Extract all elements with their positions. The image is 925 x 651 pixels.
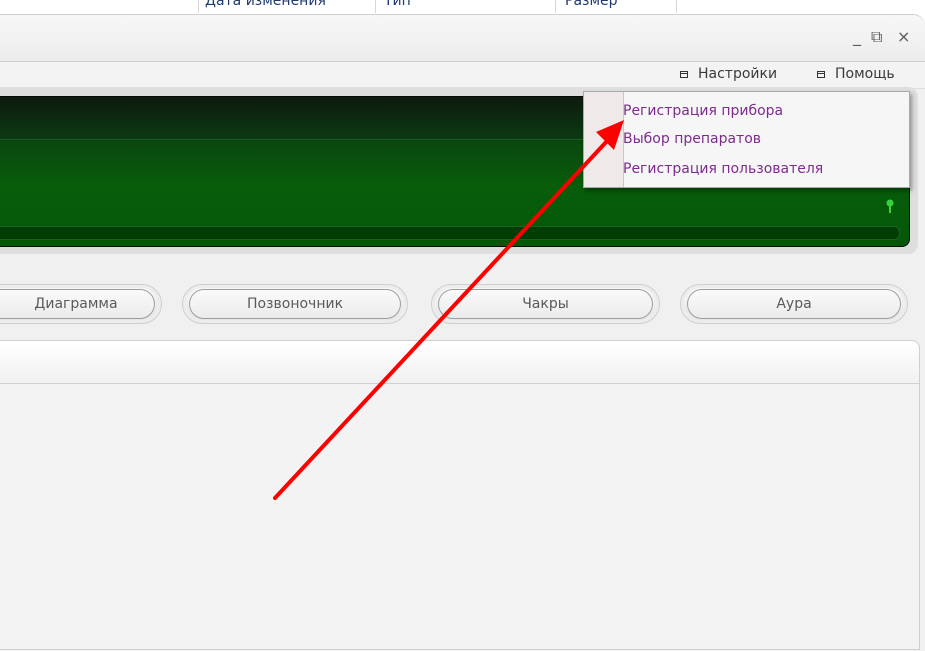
menu-settings-icon [680, 70, 688, 78]
title-bar: _ ⧉ × [0, 15, 925, 62]
tab-chakras-label: Чакры [522, 296, 569, 312]
menu-help-label: Помощь [835, 66, 895, 82]
meter-progress-track [0, 226, 900, 240]
tab-aura[interactable]: Аура [680, 284, 908, 324]
column-size[interactable]: Размер [565, 0, 618, 9]
restore-button[interactable]: ⧉ [871, 27, 882, 47]
tab-diagram[interactable]: Диаграмма [0, 284, 162, 324]
menu-bar: Настройки Помощь [0, 62, 925, 89]
content-panel [0, 340, 920, 650]
settings-dropdown-menu: Регистрация прибора Выбор препаратов Рег… [583, 91, 910, 188]
column-separator [375, 0, 376, 13]
menu-item-user-registration[interactable]: Регистрация пользователя [623, 161, 823, 177]
indicator-figure-icon [886, 199, 894, 213]
minimize-button[interactable]: _ [853, 27, 861, 46]
column-type[interactable]: Тип [384, 0, 411, 9]
menu-item-select-preparations[interactable]: Выбор препаратов [623, 131, 761, 147]
tab-aura-label: Аура [776, 296, 812, 312]
menu-item-device-registration[interactable]: Регистрация прибора [623, 103, 783, 119]
tab-diagram-label: Диаграмма [34, 296, 118, 312]
column-separator [198, 0, 199, 13]
content-header [0, 341, 919, 384]
background-column-headers: Дата изменения Тип Размер [0, 0, 925, 14]
column-separator [555, 0, 556, 13]
menu-help-icon [817, 70, 825, 78]
tab-chakras[interactable]: Чакры [431, 284, 660, 324]
tab-spine-label: Позвоночник [246, 296, 344, 312]
column-separator [676, 0, 677, 13]
dropdown-icon-gutter [584, 92, 624, 187]
column-date-modified[interactable]: Дата изменения [205, 0, 326, 9]
menu-settings[interactable]: Настройки [680, 66, 777, 82]
tab-spine[interactable]: Позвоночник [182, 284, 408, 324]
menu-settings-label: Настройки [698, 66, 778, 82]
close-button[interactable]: × [897, 27, 910, 46]
menu-help[interactable]: Помощь [817, 66, 895, 82]
